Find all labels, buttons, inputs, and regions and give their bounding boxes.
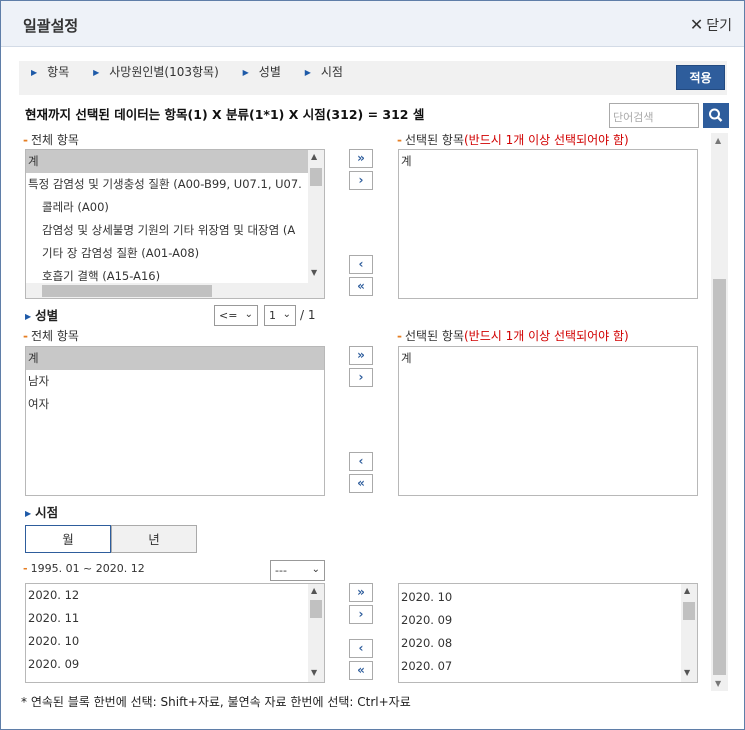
add-button[interactable]: ›: [349, 605, 373, 624]
apply-button[interactable]: 적용: [676, 65, 725, 90]
scroll-down-icon[interactable]: ▼: [684, 668, 690, 677]
search-input[interactable]: 단어검색: [609, 103, 699, 128]
page-scrollbar[interactable]: ▲ ▼: [711, 133, 728, 691]
triangle-icon: ▶: [25, 312, 32, 321]
time-range-select[interactable]: --- ⌄: [270, 560, 325, 581]
chevron-down-icon: ⌄: [282, 309, 291, 320]
breadcrumb-item-sex[interactable]: ▶ 성별: [243, 65, 291, 79]
triangle-icon: ▶: [242, 68, 249, 77]
remove-all-button[interactable]: «: [349, 474, 373, 493]
scroll-up-icon[interactable]: ▲: [684, 586, 690, 595]
breadcrumb-item-time[interactable]: ▶ 시점: [305, 65, 353, 79]
item-all-label: - 전체 항목: [23, 133, 79, 147]
chevron-down-icon: ⌄: [244, 309, 253, 320]
list-item[interactable]: 2020. 08: [399, 632, 697, 655]
page-select[interactable]: 1 ⌄: [264, 305, 296, 326]
dialog-title: 일괄설정: [23, 17, 79, 35]
remove-all-button[interactable]: «: [349, 277, 373, 296]
time-range-label: -1995. 01 ~ 2020. 12: [23, 562, 145, 575]
triangle-icon: ▶: [31, 68, 38, 77]
sex-all-label: - 전체 항목: [23, 329, 79, 343]
breadcrumb: ▶ 항목 ▶ 사망원인별(103항목) ▶ 성별 ▶ 시점: [19, 61, 727, 95]
sex-selected-label: - 선택된 항목(반드시 1개 이상 선택되어야 함): [397, 329, 629, 343]
scroll-up-icon[interactable]: ▲: [311, 586, 317, 595]
scrollbar[interactable]: ▲ ▼: [308, 150, 324, 284]
scroll-up-icon[interactable]: ▲: [311, 152, 317, 161]
add-all-button[interactable]: »: [349, 583, 373, 602]
remove-button[interactable]: ‹: [349, 639, 373, 658]
search-icon: [709, 108, 723, 122]
list-item[interactable]: 2020. 11: [26, 607, 324, 630]
list-item[interactable]: 계: [399, 347, 697, 370]
triangle-icon: ▶: [25, 509, 32, 518]
list-item[interactable]: 2020. 10: [399, 586, 697, 609]
list-item[interactable]: 남자: [26, 370, 324, 393]
item-all-list[interactable]: 계 특정 감염성 및 기생충성 질환 (A00-B99, U07.1, U07. 콜…: [25, 149, 325, 299]
remove-button[interactable]: ‹: [349, 452, 373, 471]
list-item[interactable]: 2020. 09: [399, 609, 697, 632]
add-button[interactable]: ›: [349, 171, 373, 190]
sex-section-heading: ▶ 성별: [25, 308, 59, 323]
list-item[interactable]: 2020. 09: [26, 653, 324, 676]
close-label: 닫기: [706, 18, 732, 34]
selection-summary: 현재까지 선택된 데이터는 항목(1) X 분류(1*1) X 시점(312) …: [25, 107, 425, 122]
list-item[interactable]: 2020. 12: [26, 584, 324, 607]
remove-all-button[interactable]: «: [349, 661, 373, 680]
time-all-list[interactable]: 2020. 122020. 112020. 102020. 092020. 08…: [25, 583, 325, 683]
search-button[interactable]: [703, 103, 729, 128]
list-item[interactable]: 계: [26, 150, 324, 173]
triangle-icon: ▶: [93, 68, 100, 77]
list-item[interactable]: 특정 감염성 및 기생충성 질환 (A00-B99, U07.1, U07.: [26, 173, 324, 196]
title-bar: 일괄설정 ✕ 닫기: [1, 1, 744, 47]
list-item[interactable]: 감염성 및 상세불명 기원의 기타 위장염 및 대장염 (A: [26, 219, 324, 242]
list-item[interactable]: 계: [399, 150, 697, 173]
close-icon: ✕: [689, 15, 704, 34]
scroll-down-icon[interactable]: ▼: [715, 679, 721, 688]
close-button[interactable]: ✕ 닫기: [690, 15, 732, 35]
scrollbar[interactable]: ▲ ▼: [308, 584, 324, 682]
item-selected-label: - 선택된 항목(반드시 1개 이상 선택되어야 함): [397, 133, 629, 147]
scrollbar[interactable]: ▲ ▼: [681, 584, 697, 682]
scroll-down-icon[interactable]: ▼: [311, 668, 317, 677]
list-item[interactable]: 계: [26, 347, 324, 370]
list-item[interactable]: 여자: [26, 393, 324, 416]
breadcrumb-item-cause[interactable]: ▶ 사망원인별(103항목): [93, 65, 229, 79]
list-item[interactable]: 2020. 08: [26, 676, 324, 682]
list-item[interactable]: 2020. 10: [26, 630, 324, 653]
time-selected-list[interactable]: 2020. 10 2020. 09 2020. 08 2020. 07 ▲ ▼: [398, 583, 698, 683]
page-total: / 1: [300, 308, 316, 322]
item-selected-list[interactable]: 계: [398, 149, 698, 299]
add-all-button[interactable]: »: [349, 149, 373, 168]
add-button[interactable]: ›: [349, 368, 373, 387]
settings-dialog: 일괄설정 ✕ 닫기 ▶ 항목 ▶ 사망원인별(103항목) ▶ 성별 ▶ 시점 적용 현재…: [0, 0, 745, 730]
triangle-icon: ▶: [304, 68, 311, 77]
chevron-down-icon: ⌄: [311, 564, 320, 575]
add-all-button[interactable]: »: [349, 346, 373, 365]
list-item[interactable]: 콜레라 (A00): [26, 196, 324, 219]
list-item[interactable]: 2020. 07: [399, 655, 697, 678]
sex-all-list[interactable]: 계 남자 여자: [25, 346, 325, 496]
footnote: * 연속된 블록 한번에 선택: Shift+자료, 불연속 자료 한번에 선택…: [21, 695, 411, 709]
scroll-up-icon[interactable]: ▲: [715, 136, 721, 145]
remove-button[interactable]: ‹: [349, 255, 373, 274]
list-item[interactable]: 기타 장 감염성 질환 (A01-A08): [26, 242, 324, 265]
page-op-select[interactable]: <= ⌄: [214, 305, 258, 326]
breadcrumb-item-item[interactable]: ▶ 항목: [31, 65, 79, 79]
tab-year[interactable]: 년: [111, 525, 197, 553]
horizontal-scrollbar[interactable]: [26, 283, 324, 298]
time-section-heading: ▶ 시점: [25, 505, 59, 520]
scroll-down-icon[interactable]: ▼: [311, 268, 317, 277]
sex-selected-list[interactable]: 계: [398, 346, 698, 496]
tab-month[interactable]: 월: [25, 525, 111, 553]
